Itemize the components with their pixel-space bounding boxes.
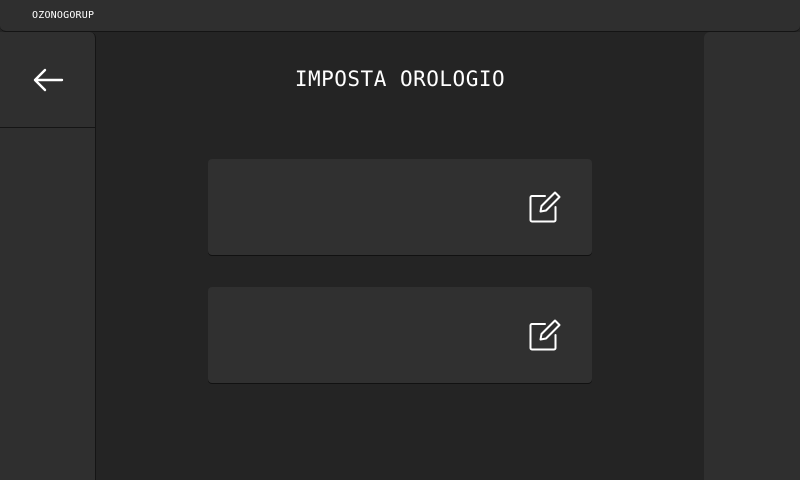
edit-icon[interactable]	[528, 318, 562, 352]
clock-setting-card-2[interactable]	[208, 287, 592, 383]
right-panel	[704, 32, 800, 480]
brand-label: OZONOGORUP	[32, 10, 95, 21]
left-panel	[0, 32, 96, 480]
clock-setting-card-1[interactable]	[208, 159, 592, 255]
page-title: IMPOSTA OROLOGIO	[294, 67, 506, 91]
back-button[interactable]	[0, 32, 95, 128]
arrow-left-icon	[33, 68, 63, 91]
edit-icon[interactable]	[528, 190, 562, 224]
screen: OZONOGORUP IMPOSTA OROLOGIO	[0, 0, 800, 480]
top-bar: OZONOGORUP	[0, 0, 800, 32]
